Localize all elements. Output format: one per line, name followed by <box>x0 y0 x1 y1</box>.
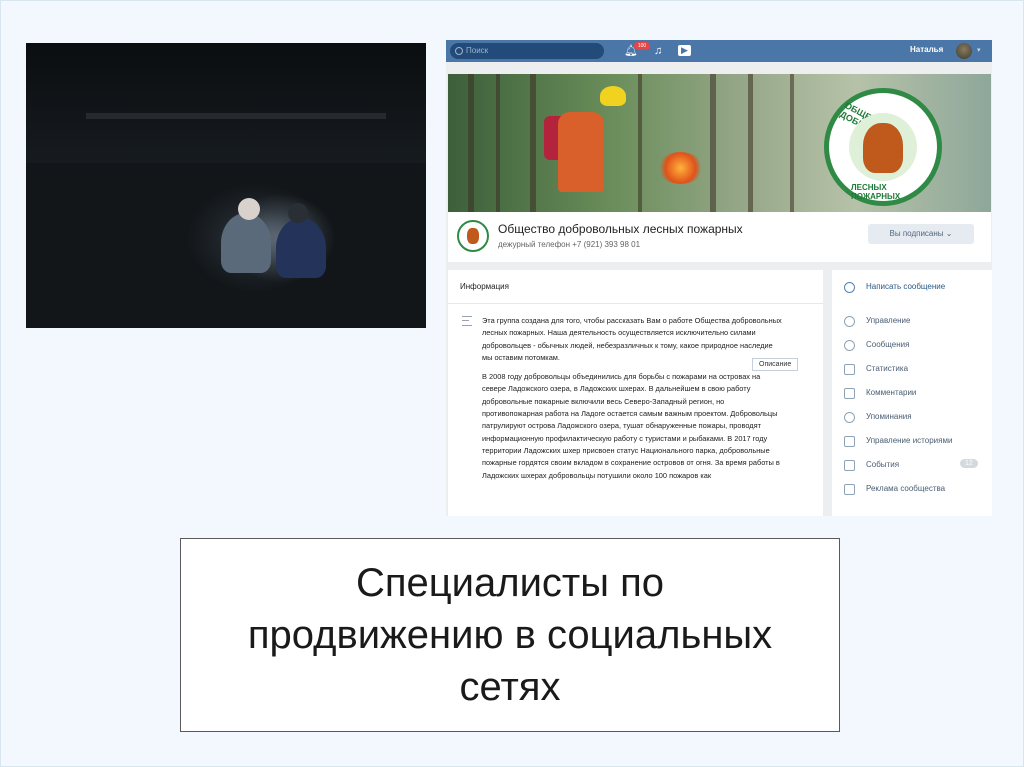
megaphone-icon <box>844 484 855 495</box>
menu-item-manage[interactable]: Управление <box>832 310 992 334</box>
vk-header-bar: Поиск 🔔︎ 100 ♫ ▶ Наталья ▾ <box>446 40 992 62</box>
menu-label: Сообщения <box>866 340 910 349</box>
person-right-head <box>288 203 308 223</box>
tree-trunk <box>530 74 536 212</box>
group-cover-image: ОБЩЕСТВО ДОБРОВОЛЬНЫХ ЛЕСНЫХ ПОЖАРНЫХ <box>448 74 991 212</box>
menu-label: Упоминания <box>866 412 912 421</box>
person-right <box>276 218 326 278</box>
vk-group-screenshot: Поиск 🔔︎ 100 ♫ ▶ Наталья ▾ ОБЩЕСТВО ДОБР… <box>446 40 992 516</box>
info-panel: Информация Эта группа создана для того, … <box>448 270 823 516</box>
tree-trunk <box>790 74 794 212</box>
search-input[interactable]: Поиск <box>450 43 604 59</box>
menu-item-stories[interactable]: Управление историями <box>832 430 992 454</box>
menu-item-messages[interactable]: Сообщения <box>832 334 992 358</box>
calendar-icon <box>844 460 855 471</box>
group-actions-menu: Написать сообщение Управление Сообщения … <box>832 270 992 516</box>
logo-text-bottom: ЛЕСНЫХ ПОЖАРНЫХ <box>851 183 901 201</box>
firefighter-helmet <box>600 86 626 106</box>
tree-trunk <box>710 74 716 212</box>
menu-label: Статистика <box>866 364 909 373</box>
society-logo: ОБЩЕСТВО ДОБРОВОЛЬНЫХ ЛЕСНЫХ ПОЖАРНЫХ <box>824 88 942 206</box>
events-count-badge: 12 <box>960 459 978 468</box>
music-icon[interactable]: ♫ <box>654 44 662 58</box>
tree-trunk <box>468 74 474 212</box>
menu-item-events[interactable]: События 12 <box>832 454 992 478</box>
info-description: Эта группа создана для того, чтобы расск… <box>482 315 782 489</box>
tent-shelf <box>86 113 386 119</box>
menu-label: Комментарии <box>866 388 917 397</box>
menu-item-ads[interactable]: Реклама сообщества <box>832 478 992 502</box>
chevron-down-icon[interactable]: ▾ <box>977 46 981 54</box>
menu-label: Реклама сообщества <box>866 484 946 493</box>
info-paragraph: В 2008 году добровольцы объединились для… <box>482 372 780 480</box>
speech-bubble-icon <box>844 340 855 351</box>
group-status: дежурный телефон +7 (921) 393 98 01 <box>498 240 641 249</box>
person-left <box>221 213 271 273</box>
notification-badge: 100 <box>634 42 650 50</box>
group-avatar[interactable] <box>457 220 489 252</box>
menu-item-mentions[interactable]: Упоминания <box>832 406 992 430</box>
logo-beaver <box>863 123 903 173</box>
group-name: Общество добровольных лесных пожарных <box>498 222 743 236</box>
person-left-head <box>238 198 260 220</box>
group-header-card: Общество добровольных лесных пожарных де… <box>448 212 991 262</box>
avatar[interactable] <box>956 43 972 59</box>
info-heading: Информация <box>460 282 509 291</box>
chevron-down-icon: ⌄ <box>945 229 953 238</box>
caption-text: Специалисты по продвижению в социальных … <box>247 561 773 709</box>
menu-label: Управление историями <box>866 436 953 445</box>
write-message-button[interactable]: Написать сообщение <box>832 276 992 300</box>
at-sign-icon <box>844 412 855 423</box>
divider <box>448 303 823 304</box>
gear-icon <box>844 316 855 327</box>
logo-inner-circle <box>849 113 917 181</box>
description-lines-icon <box>462 316 472 326</box>
search-placeholder: Поиск <box>466 46 489 55</box>
tree-trunk <box>748 74 753 212</box>
speech-bubble-icon <box>844 282 855 293</box>
info-paragraph: Эта группа создана для того, чтобы расск… <box>482 316 782 362</box>
comment-icon <box>844 388 855 399</box>
bar-chart-icon <box>844 364 855 375</box>
menu-item-statistics[interactable]: Статистика <box>832 358 992 382</box>
menu-label: Управление <box>866 316 911 325</box>
tree-trunk <box>638 74 642 212</box>
stories-icon <box>844 436 855 447</box>
subscribed-button[interactable]: Вы подписаны ⌄ <box>868 224 974 244</box>
firefighter <box>558 112 604 192</box>
subscribed-label: Вы подписаны <box>889 229 944 238</box>
description-tooltip: Описание <box>752 358 799 371</box>
video-icon[interactable]: ▶ <box>678 45 691 56</box>
fire-flames <box>658 152 703 184</box>
tent-night-photo <box>26 43 426 328</box>
tent-roof <box>26 43 426 163</box>
search-icon <box>455 47 463 55</box>
menu-label: События <box>866 460 900 469</box>
menu-label: Написать сообщение <box>866 282 946 291</box>
user-name[interactable]: Наталья <box>910 45 943 54</box>
menu-item-comments[interactable]: Комментарии <box>832 382 992 406</box>
tree-trunk <box>496 74 500 212</box>
caption-box: Специалисты по продвижению в социальных … <box>180 538 840 732</box>
